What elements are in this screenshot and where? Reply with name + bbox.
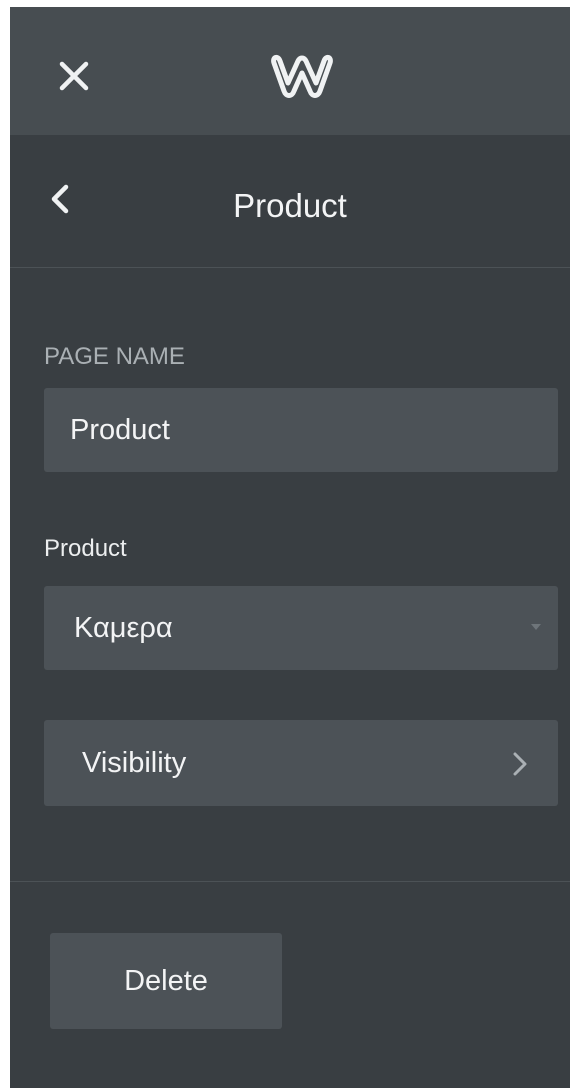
- editor-panel: Product PAGE NAME Product Καμερα Visibil…: [10, 7, 570, 1088]
- page-name-label: PAGE NAME: [44, 343, 185, 370]
- product-select-value: Καμερα: [74, 612, 173, 644]
- product-label: Product: [44, 535, 127, 562]
- page-name-input[interactable]: [44, 388, 558, 472]
- close-icon: [59, 61, 89, 91]
- panel-header: Product: [10, 135, 570, 268]
- divider: [10, 881, 570, 882]
- delete-button[interactable]: Delete: [50, 933, 282, 1029]
- visibility-row[interactable]: Visibility: [44, 720, 558, 806]
- close-button[interactable]: [54, 56, 94, 96]
- chevron-right-icon: [512, 750, 528, 778]
- page-title: Product: [233, 187, 347, 224]
- weebly-logo: [268, 53, 336, 99]
- product-select[interactable]: Καμερα: [44, 586, 558, 670]
- caret-down-icon: [530, 622, 542, 632]
- weebly-logo-icon: [271, 54, 333, 98]
- visibility-label: Visibility: [82, 747, 187, 779]
- top-bar: [10, 7, 570, 135]
